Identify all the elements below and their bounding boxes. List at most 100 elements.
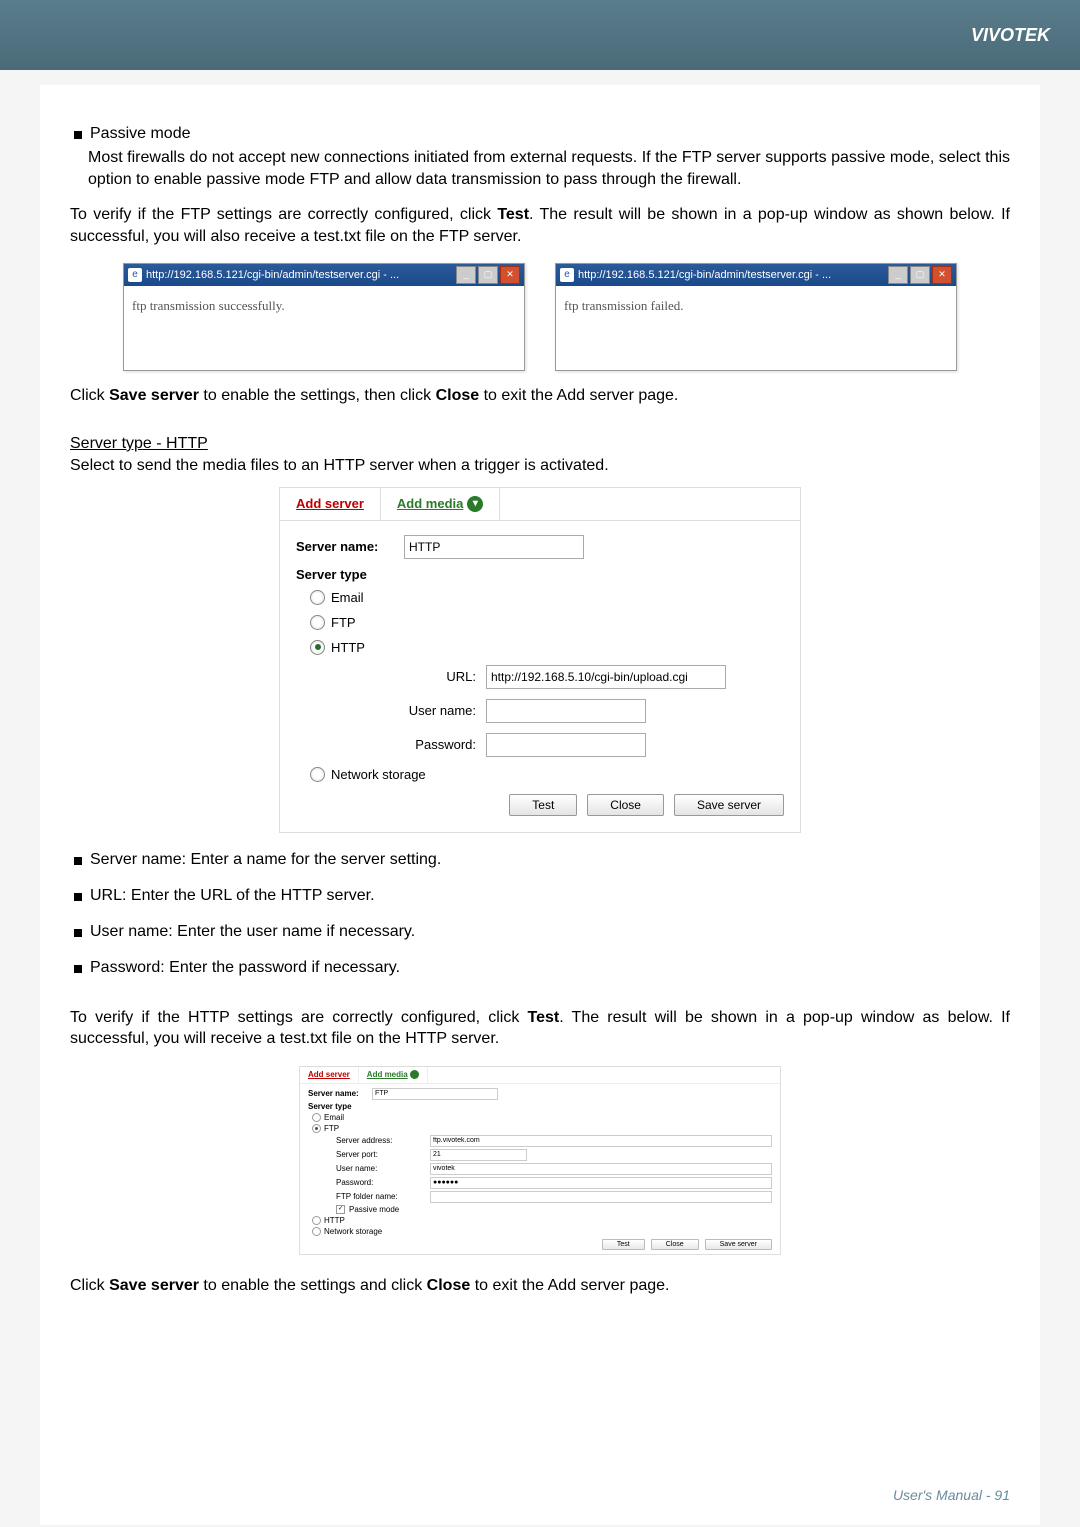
username-input[interactable] <box>430 1163 772 1175</box>
lbl: Server address: <box>322 1136 426 1145</box>
bullet-icon <box>74 893 82 901</box>
close-button[interactable]: ✕ <box>932 266 952 284</box>
radio-label: FTP <box>324 1124 339 1133</box>
radio-http-row[interactable]: HTTP <box>310 640 784 655</box>
tab-add-server[interactable]: Add server <box>280 488 381 520</box>
username-input[interactable] <box>486 699 646 723</box>
username-label: User name: <box>336 703 486 718</box>
test-word: Test <box>528 1009 560 1026</box>
popup-url: http://192.168.5.121/cgi-bin/admin/tests… <box>578 269 884 281</box>
close-button[interactable]: Close <box>587 794 664 816</box>
verify-ftp-para: To verify if the FTP settings are correc… <box>70 204 1010 247</box>
maximize-button[interactable]: ▢ <box>910 266 930 284</box>
radio-icon[interactable] <box>312 1227 321 1236</box>
txt: Click <box>70 1277 109 1294</box>
maximize-button[interactable]: ▢ <box>478 266 498 284</box>
passive-mode-bullet: Passive mode <box>74 125 1010 143</box>
radio-email-label: Email <box>331 590 364 605</box>
radio-icon[interactable] <box>312 1216 321 1225</box>
lbl: Password: <box>322 1178 426 1187</box>
passive-checkbox[interactable]: ✓ <box>336 1205 345 1214</box>
tab-add-server[interactable]: Add server <box>300 1067 359 1083</box>
close-word: Close <box>427 1277 471 1294</box>
radio-ns-label: Network storage <box>331 767 426 782</box>
lbl: FTP folder name: <box>322 1192 426 1201</box>
radio-label: Email <box>324 1113 344 1122</box>
radio-icon[interactable] <box>310 590 325 605</box>
radio-ftp-row[interactable]: FTP <box>312 1124 772 1133</box>
page-footer: User's Manual - 91 <box>893 1487 1010 1503</box>
server-name-label: Server name: <box>308 1089 368 1098</box>
popup-failed: e http://192.168.5.121/cgi-bin/admin/tes… <box>555 263 957 371</box>
test-button[interactable]: Test <box>509 794 577 816</box>
radio-icon[interactable] <box>310 640 325 655</box>
popup-screenshots: e http://192.168.5.121/cgi-bin/admin/tes… <box>70 263 1010 371</box>
tab-label: Add media <box>367 1070 408 1079</box>
txt: To verify if the HTTP settings are corre… <box>70 1009 528 1026</box>
bullet-icon <box>74 857 82 865</box>
ie-icon: e <box>128 268 142 282</box>
tab-label: Add media <box>397 496 463 511</box>
http-intro: Select to send the media files to an HTT… <box>70 455 1010 477</box>
radio-email-row[interactable]: Email <box>310 590 784 605</box>
txt: Click <box>70 387 109 404</box>
radio-ns-row[interactable]: Network storage <box>312 1227 772 1236</box>
bullet-icon <box>74 929 82 937</box>
password-input[interactable] <box>486 733 646 757</box>
tab-add-media[interactable]: Add media ▾ <box>381 488 500 520</box>
passive-mode-title: Passive mode <box>90 125 191 143</box>
server-name-input[interactable] <box>372 1088 498 1100</box>
minimize-button[interactable]: _ <box>888 266 908 284</box>
test-word: Test <box>497 206 529 223</box>
url-input[interactable] <box>486 665 726 689</box>
password-input[interactable] <box>430 1177 772 1189</box>
txt: to exit the Add server page. <box>479 387 678 404</box>
bullet-password: Password: Enter the password if necessar… <box>74 959 1010 977</box>
passive-mode-desc: Most firewalls do not accept new connect… <box>88 147 1010 190</box>
popup-body: ftp transmission successfully. <box>124 286 524 370</box>
radio-email-row[interactable]: Email <box>312 1113 772 1122</box>
radio-icon[interactable] <box>310 615 325 630</box>
bullet-icon <box>74 131 82 139</box>
radio-http-row[interactable]: HTTP <box>312 1216 772 1225</box>
radio-icon[interactable] <box>312 1124 321 1133</box>
save-word: Save server <box>109 387 199 404</box>
close-button[interactable]: Close <box>651 1239 699 1250</box>
server-address-input[interactable] <box>430 1135 772 1147</box>
radio-icon[interactable] <box>312 1113 321 1122</box>
radio-icon[interactable] <box>310 767 325 782</box>
save-server-line-2: Click Save server to enable the settings… <box>70 1275 1010 1297</box>
minimize-button[interactable]: _ <box>456 266 476 284</box>
popup-titlebar: e http://192.168.5.121/cgi-bin/admin/tes… <box>124 264 524 286</box>
bullet-server-name: Server name: Enter a name for the server… <box>74 851 1010 869</box>
bullet-text: Password: Enter the password if necessar… <box>90 959 400 977</box>
tab-add-media[interactable]: Add media <box>359 1067 428 1083</box>
radio-http-label: HTTP <box>331 640 365 655</box>
radio-ns-row[interactable]: Network storage <box>310 767 784 782</box>
radio-label: HTTP <box>324 1216 345 1225</box>
ftp-folder-input[interactable] <box>430 1191 772 1203</box>
server-port-input[interactable] <box>430 1149 527 1161</box>
close-word: Close <box>436 387 480 404</box>
save-server-button[interactable]: Save server <box>705 1239 772 1250</box>
ie-icon: e <box>560 268 574 282</box>
popup-success: e http://192.168.5.121/cgi-bin/admin/tes… <box>123 263 525 371</box>
txt: to exit the Add server page. <box>470 1277 669 1294</box>
radio-label: Network storage <box>324 1227 382 1236</box>
server-name-label: Server name: <box>296 539 396 554</box>
bullet-text: URL: Enter the URL of the HTTP server. <box>90 887 375 905</box>
test-button[interactable]: Test <box>602 1239 645 1250</box>
header-bar: VIVOTEK <box>0 0 1080 70</box>
server-name-input[interactable] <box>404 535 584 559</box>
bullet-icon <box>74 965 82 973</box>
add-server-panel: Add server Add media ▾ Server name: Serv… <box>279 487 801 833</box>
save-server-button[interactable]: Save server <box>674 794 784 816</box>
http-section-heading: Server type - HTTP <box>70 435 1010 453</box>
radio-ftp-row[interactable]: FTP <box>310 615 784 630</box>
txt: to enable the settings, then click <box>199 387 436 404</box>
brand-label: VIVOTEK <box>971 25 1050 46</box>
bullet-text: Server name: Enter a name for the server… <box>90 851 441 869</box>
close-button[interactable]: ✕ <box>500 266 520 284</box>
popup-body: ftp transmission failed. <box>556 286 956 370</box>
lbl: User name: <box>322 1164 426 1173</box>
